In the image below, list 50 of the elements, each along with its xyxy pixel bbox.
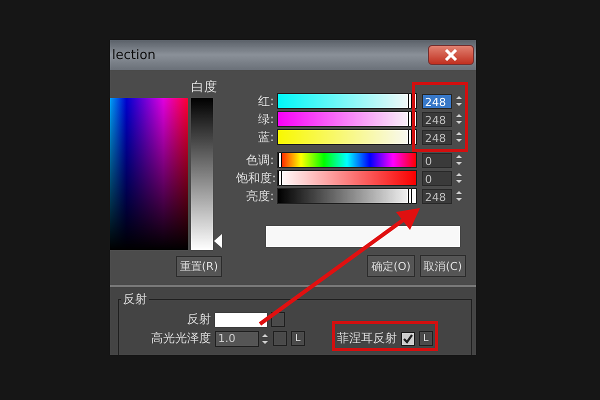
spinner-icon[interactable]	[455, 171, 463, 185]
highlight-frame	[412, 82, 468, 152]
whiteness-label: 白度	[191, 79, 218, 96]
ok-button[interactable]: 确定(O)	[367, 255, 415, 277]
lock-button[interactable]: L	[291, 331, 305, 346]
color-slider-track[interactable]	[277, 170, 417, 186]
whiteness-strip[interactable]	[191, 98, 213, 250]
slider-thumb[interactable]	[408, 189, 412, 203]
spinner-icon[interactable]	[455, 112, 463, 126]
value-input[interactable]: 248	[422, 188, 452, 204]
slider-thumb[interactable]	[408, 94, 412, 108]
spinner-icon[interactable]	[455, 189, 463, 203]
slider-label: 色调:	[244, 152, 274, 168]
color-slider-track[interactable]	[277, 93, 417, 109]
reflection-label: 反射	[186, 311, 211, 328]
value-input[interactable]: 248	[422, 112, 452, 126]
spinner-icon[interactable]	[455, 94, 463, 108]
value-input[interactable]: 0	[422, 170, 452, 186]
fresnel-checkbox[interactable]	[401, 332, 415, 346]
slider-thumb[interactable]	[278, 153, 282, 167]
slider-label: 亮度:	[244, 188, 274, 204]
slider-label: 蓝:	[256, 128, 274, 146]
slider-thumb[interactable]	[408, 112, 412, 126]
value-input[interactable]: 248	[422, 94, 452, 108]
gloss-input[interactable]: 1.0	[215, 330, 259, 346]
color-slider-track[interactable]	[277, 188, 417, 204]
spinner-icon[interactable]	[455, 130, 463, 144]
hue-gradient-box[interactable]	[110, 98, 188, 250]
reset-button[interactable]: 重置(R)	[176, 256, 222, 277]
color-slider-track[interactable]	[277, 152, 417, 168]
lock-button[interactable]: L	[419, 331, 433, 346]
triangle-pointer-icon[interactable]	[214, 234, 222, 248]
close-icon	[444, 49, 458, 61]
color-slider-track[interactable]	[277, 111, 417, 127]
gloss-label: 高光光泽度	[150, 330, 211, 347]
spinner-icon[interactable]	[455, 153, 463, 167]
fresnel-label: 菲涅耳反射	[337, 330, 397, 347]
cancel-button[interactable]: 取消(C)	[420, 255, 466, 277]
window-title: lection	[112, 48, 156, 62]
value-input[interactable]: 0	[422, 152, 452, 168]
value-input[interactable]: 248	[422, 130, 452, 144]
slider-label: 绿:	[256, 110, 274, 128]
color-slider-track[interactable]	[277, 129, 417, 145]
reflection-color-swatch[interactable]	[215, 312, 267, 326]
slider-thumb[interactable]	[278, 171, 282, 185]
spinner-icon[interactable]	[261, 332, 269, 346]
slider-label: 红:	[256, 92, 274, 110]
slider-thumb[interactable]	[408, 130, 412, 144]
close-button[interactable]	[428, 45, 474, 65]
slider-label: 饱和度:	[236, 170, 274, 186]
